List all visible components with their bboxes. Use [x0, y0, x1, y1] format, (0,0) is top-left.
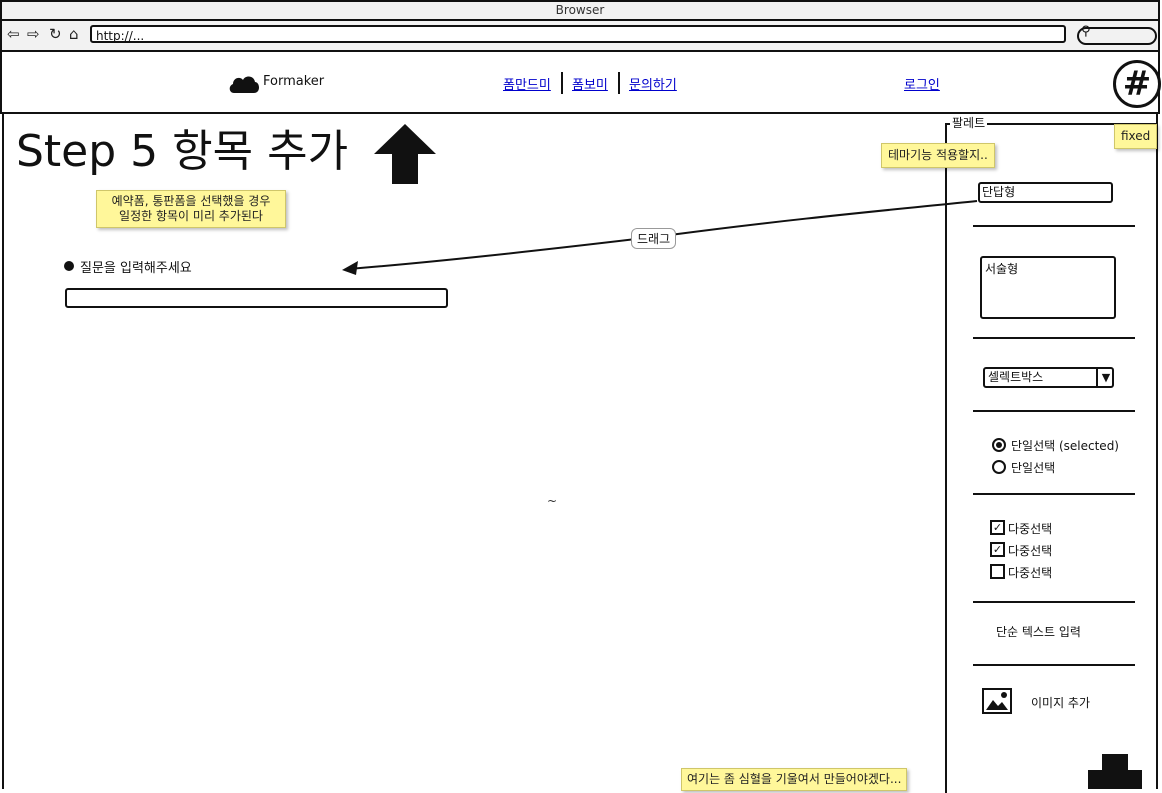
question-bullet — [64, 261, 74, 271]
palette-divider — [973, 410, 1135, 412]
cloud-logo-icon — [229, 76, 259, 93]
tilde-mark: ~ — [547, 494, 558, 508]
nav-divider — [561, 72, 563, 94]
forward-icon[interactable]: ⇨ — [27, 25, 40, 43]
arrow-up-icon — [1088, 754, 1142, 789]
radio-selected-label: 단일선택 (selected) — [1011, 439, 1119, 453]
palette-text-input[interactable]: 단순 텍스트 입력 — [996, 623, 1081, 640]
palette-image-add[interactable]: 이미지 추가 — [1031, 694, 1090, 711]
palette-short-answer[interactable]: 단답형 — [978, 182, 1113, 203]
reload-icon[interactable]: ↻ — [49, 25, 62, 43]
login-link[interactable]: 로그인 — [904, 74, 940, 93]
question-label: 질문을 입력해주세요 — [80, 261, 192, 276]
checkbox-unchecked[interactable] — [990, 564, 1005, 579]
back-icon[interactable]: ⇦ — [7, 25, 20, 43]
palette-divider — [973, 664, 1135, 666]
palette-title: 팔레트 — [950, 114, 988, 131]
nav-link-contact[interactable]: 문의하기 — [629, 74, 677, 93]
nav-link-form-view[interactable]: 폼보미 — [572, 74, 608, 93]
palette-divider — [973, 225, 1135, 227]
home-icon[interactable]: ⌂ — [69, 25, 79, 43]
checkbox-label: 다중선택 — [1008, 544, 1053, 558]
sticky-note-fixed: fixed — [1114, 124, 1158, 149]
palette-selectbox[interactable]: 셀렉트박스 — [983, 367, 1114, 388]
checkbox-label: 다중선택 — [1008, 566, 1053, 580]
address-bar[interactable]: http://... — [90, 25, 1066, 43]
search-icon: ⚲ — [1081, 24, 1091, 39]
chrome-divider — [0, 19, 1160, 21]
checkbox-checked[interactable]: ✓ — [990, 542, 1005, 557]
logo-text: Formaker — [263, 74, 325, 89]
nav-link-form-make[interactable]: 폼만드미 — [503, 74, 551, 93]
hash-menu-icon[interactable]: # — [1113, 60, 1161, 108]
radio-label: 단일선택 — [1011, 461, 1056, 475]
drag-label: 드래그 — [631, 228, 677, 249]
sticky-note-theme: 테마기능 적용할지.. — [881, 143, 995, 168]
image-icon[interactable] — [982, 688, 1012, 714]
sticky-note-bottom: 여기는 좀 심혈을 기울여서 만들어야겠다... — [681, 768, 908, 791]
radio-unselected[interactable] — [992, 460, 1006, 474]
palette-divider — [973, 493, 1135, 495]
palette-divider — [973, 337, 1135, 339]
checkbox-checked[interactable]: ✓ — [990, 520, 1005, 535]
browser-title: Browser — [555, 3, 605, 17]
palette-divider — [973, 601, 1135, 603]
chevron-down-icon[interactable]: ▼ — [1096, 368, 1114, 387]
palette-long-answer[interactable]: 서술형 — [980, 256, 1116, 319]
radio-dot — [996, 442, 1002, 448]
arrow-up-icon — [374, 124, 436, 184]
checkbox-label: 다중선택 — [1008, 522, 1053, 536]
nav-divider — [618, 72, 620, 94]
sticky-note-presets: 예약폼, 통판폼을 선택했을 경우 일정한 항목이 미리 추가된다 — [96, 190, 286, 228]
page-title: Step 5 항목 추가 — [16, 126, 349, 177]
question-input[interactable] — [65, 288, 448, 308]
palette-panel — [945, 123, 1158, 793]
